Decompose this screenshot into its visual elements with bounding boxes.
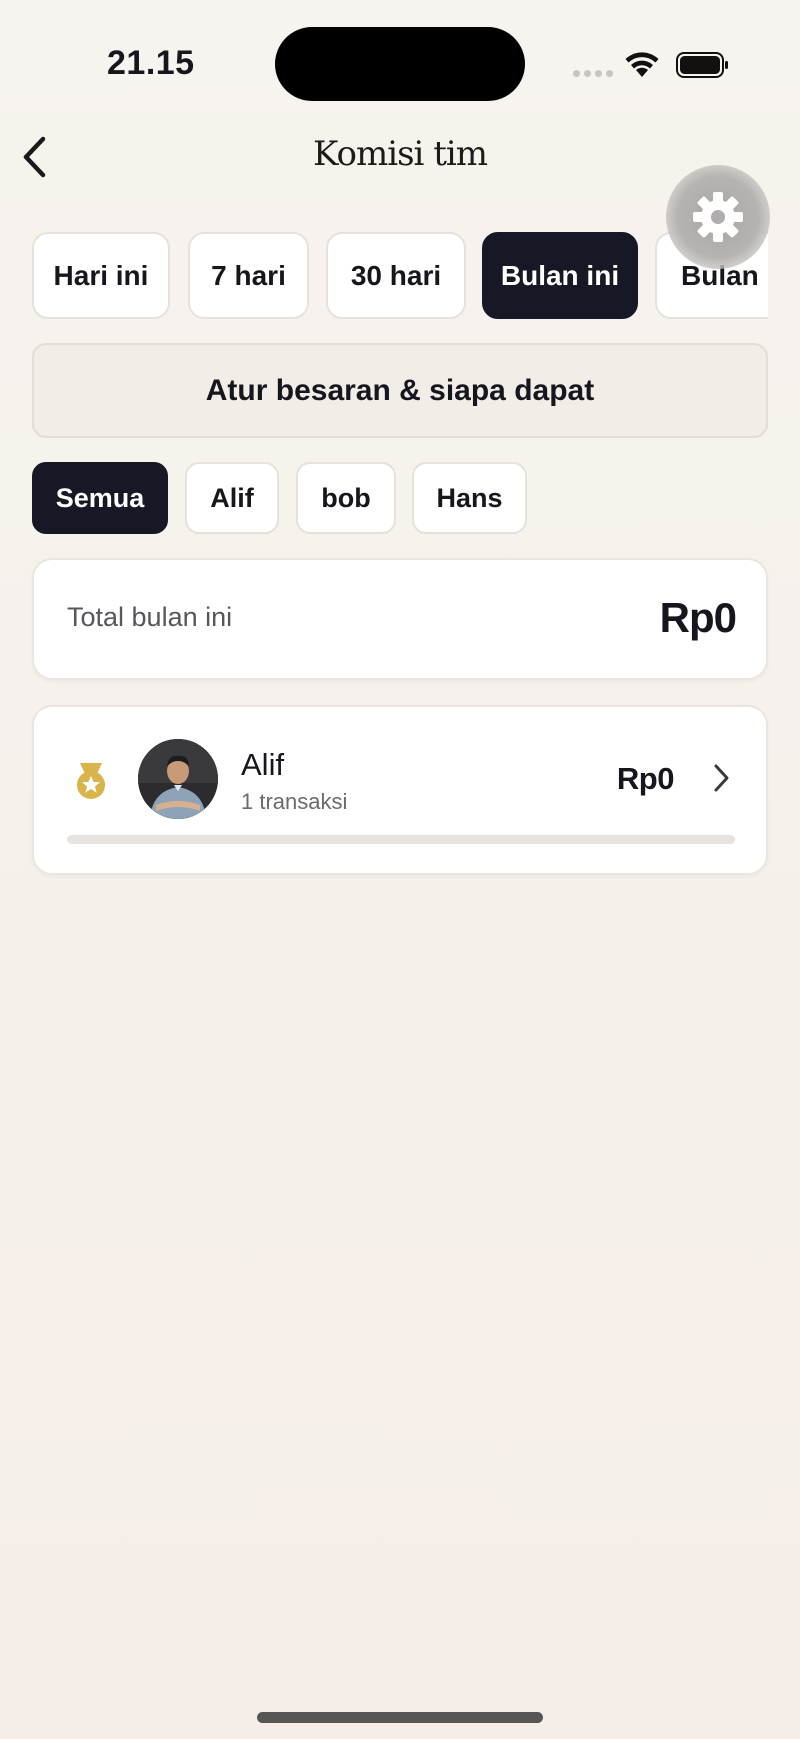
cellular-signal-icon: [573, 70, 613, 77]
commission-settings-button[interactable]: Atur besaran & siapa dapat: [32, 343, 768, 438]
member-chip-all[interactable]: Semua: [32, 462, 168, 534]
period-filter-row[interactable]: Hari ini 7 hari 30 hari Bulan ini Bulan …: [32, 232, 768, 320]
app-screen: 21.15 Komisi tim Hari ini 7 hari 30 hari…: [0, 0, 800, 1739]
member-name: Alif: [241, 747, 285, 782]
chevron-right-icon: [712, 763, 730, 798]
period-chip-7-days[interactable]: 7 hari: [188, 232, 309, 319]
period-chip-30-days[interactable]: 30 hari: [326, 232, 466, 319]
home-indicator: [257, 1712, 543, 1723]
settings-fab-button[interactable]: [666, 165, 770, 269]
page-title: Komisi tim: [313, 134, 488, 174]
total-summary-card: Total bulan ini Rp0: [32, 558, 768, 680]
period-chip-today[interactable]: Hari ini: [32, 232, 170, 319]
gear-icon: [693, 192, 743, 242]
member-commission-row[interactable]: Alif 1 transaksi Rp0: [32, 705, 768, 875]
member-chip-alif[interactable]: Alif: [185, 462, 279, 534]
commission-progress-bar: [67, 835, 735, 844]
member-transaction-count: 1 transaksi: [241, 789, 348, 814]
status-time: 21.15: [107, 44, 195, 82]
period-chip-this-month[interactable]: Bulan ini: [482, 232, 638, 319]
medal-icon: [74, 761, 108, 806]
member-chip-hans[interactable]: Hans: [412, 462, 527, 534]
wifi-icon: [624, 50, 660, 83]
battery-icon: [676, 52, 730, 83]
member-amount: Rp0: [616, 761, 675, 796]
total-label: Total bulan ini: [67, 602, 233, 632]
dynamic-island: [275, 27, 525, 101]
member-chip-bob[interactable]: bob: [296, 462, 396, 534]
total-value: Rp0: [659, 594, 737, 641]
avatar: [138, 739, 218, 819]
